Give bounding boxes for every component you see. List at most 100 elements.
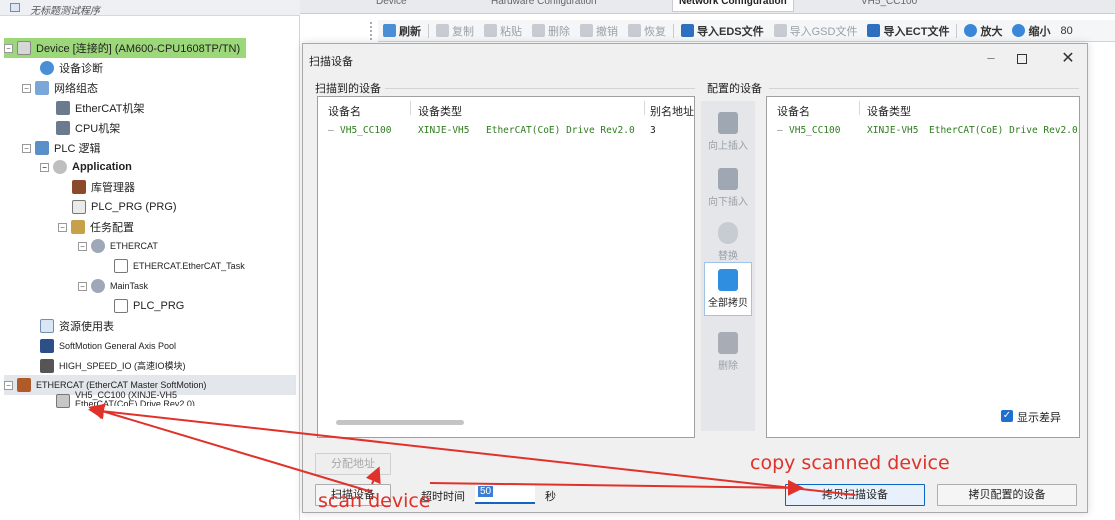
row-device-name: VH5_CC100 [789, 125, 841, 136]
paste-icon [484, 24, 497, 37]
insert-below-icon [718, 168, 738, 190]
tree-node-ethercat-task-call[interactable]: ETHERCAT.EtherCAT_Task [114, 256, 245, 276]
import-ect-button[interactable]: 导入ECT文件 [862, 21, 954, 41]
tree-node-high-speed-io[interactable]: HIGH_SPEED_IO (高速IO模块) [40, 356, 186, 376]
tree-node-resource-table[interactable]: 资源使用表 [40, 316, 114, 336]
collapse-icon[interactable]: − [78, 281, 87, 291]
row-device-type: EtherCAT(CoE) Drive Rev2.0 [486, 125, 635, 136]
undo-icon [580, 24, 593, 37]
import-icon [773, 24, 787, 37]
horizontal-scrollbar[interactable] [336, 420, 464, 425]
collapse-icon[interactable]: − [22, 83, 31, 93]
toolbar-grip[interactable] [370, 22, 376, 40]
tree-node-plc-logic[interactable]: − PLC 逻辑 [22, 138, 100, 158]
column-divider[interactable] [859, 101, 860, 115]
tree-node-cpu-rack[interactable]: CPU机架 [56, 118, 120, 138]
tree-node-softmotion-pool[interactable]: SoftMotion General Axis Pool [40, 336, 176, 356]
refresh-icon [383, 24, 396, 37]
import-icon [867, 24, 881, 37]
configured-devices-list[interactable]: 设备名 设备类型 — VH5_CC100 XINJE-VH5 EtherCAT(… [766, 96, 1080, 438]
delete-icon [718, 332, 738, 354]
show-diff-checkbox[interactable]: ✓ [1001, 410, 1013, 422]
copy-configured-devices-button[interactable]: 拷贝配置的设备 [937, 484, 1077, 506]
table-icon [40, 319, 54, 333]
tree-node-network[interactable]: − 网络组态 [22, 78, 98, 98]
redo-icon [628, 24, 641, 37]
zoom-in-icon [964, 24, 978, 37]
collapse-icon[interactable]: − [40, 162, 49, 172]
collapse-icon[interactable]: − [78, 241, 87, 251]
copy-all-button[interactable]: 全部拷贝 [704, 262, 752, 316]
column-header-name[interactable]: 设备名 [777, 103, 810, 119]
group-divider [385, 88, 695, 89]
column-header-type[interactable]: 设备类型 [867, 103, 911, 119]
show-diff-label: 显示差异 [1017, 412, 1061, 424]
tree-node-maintask[interactable]: − MainTask [78, 276, 148, 296]
zoom-out-button[interactable]: 缩小 [1007, 21, 1055, 41]
collapse-icon[interactable]: − [22, 143, 31, 153]
slave-device-icon [56, 394, 70, 408]
tab-hardware-configuration[interactable]: Hardware Configuration [485, 0, 603, 12]
tree-node-ethercat-task[interactable]: − ETHERCAT [78, 236, 158, 256]
insert-below-button[interactable]: 向下插入 [704, 162, 752, 216]
timeout-input[interactable]: 50 [475, 484, 535, 504]
row-device-type: EtherCAT(CoE) Drive Rev2.0 [929, 125, 1078, 136]
tree-node-ethercat-rack[interactable]: EtherCAT机架 [56, 98, 144, 118]
tree-node-task-config[interactable]: − 任务配置 [58, 217, 134, 237]
configured-devices-label: 配置的设备 [707, 83, 762, 95]
delete-device-button[interactable]: 删除 [704, 326, 752, 380]
tree-header: 无标题测试程序 [0, 0, 300, 17]
paste-button[interactable]: 粘贴 [479, 21, 527, 41]
row-alias-address: 3 [650, 125, 656, 136]
column-header-alias[interactable]: 别名地址 [650, 103, 694, 119]
delete-button[interactable]: 删除 [527, 21, 575, 41]
tree-node-device[interactable]: − Device [连接的] (AM600-CPU1608TP/TN) [4, 38, 247, 58]
tab-vh5-cc100[interactable]: VH5_CC100 [855, 0, 923, 12]
tree-node-vh5-cc100[interactable]: VH5_CC100 (XINJE-VH5 EtherCAT(CoE) Drive… [56, 391, 195, 413]
minimize-button[interactable]: – [983, 50, 999, 66]
zoom-in-button[interactable]: 放大 [959, 21, 1007, 41]
insert-above-button[interactable]: 向上插入 [704, 106, 752, 160]
undo-button[interactable]: 撤销 [575, 21, 623, 41]
import-gsd-button[interactable]: 导入GSD文件 [769, 21, 863, 41]
column-divider[interactable] [644, 101, 645, 115]
io-module-icon [40, 359, 54, 373]
column-header-name[interactable]: 设备名 [328, 103, 361, 119]
scanned-devices-list[interactable]: 设备名 设备类型 别名地址 — VH5_CC100 XINJE-VH5 Ethe… [317, 96, 695, 438]
import-icon [681, 24, 694, 37]
collapse-icon[interactable]: − [58, 222, 67, 232]
dialog-title: 扫描设备 [309, 56, 353, 68]
import-eds-button[interactable]: 导入EDS文件 [676, 21, 769, 41]
tree-node-library-manager[interactable]: 库管理器 [72, 177, 135, 197]
tree-node-plc-prg-call[interactable]: PLC_PRG [114, 296, 184, 316]
maximize-button[interactable] [1017, 54, 1027, 64]
copy-scanned-devices-button[interactable]: 拷贝扫描设备 [785, 484, 925, 506]
gear-icon [53, 160, 67, 174]
separator [956, 23, 958, 38]
tab-device[interactable]: Device [370, 0, 413, 12]
collapse-icon[interactable]: − [4, 380, 13, 390]
scanned-devices-label: 扫描到的设备 [315, 83, 381, 95]
rack-icon [56, 101, 70, 115]
tree-node-plc-prg[interactable]: PLC_PRG (PRG) [72, 197, 177, 217]
close-button[interactable]: ✕ [1059, 48, 1077, 67]
annotation-scan-device: scan device [318, 490, 431, 512]
annotation-copy-scanned: copy scanned device [750, 452, 950, 474]
refresh-button[interactable]: 刷新 [378, 21, 426, 41]
copy-button[interactable]: 复制 [431, 21, 479, 41]
column-header-type[interactable]: 设备类型 [418, 103, 462, 119]
tree-node-diagnostics[interactable]: 设备诊断 [40, 58, 103, 78]
assign-address-button[interactable]: 分配地址 [315, 453, 391, 475]
redo-button[interactable]: 恢复 [623, 21, 671, 41]
tab-network-configuration[interactable]: Network Configuration [672, 0, 794, 12]
insert-above-icon [718, 112, 738, 134]
main-toolbar: 刷新 复制 粘贴 删除 撤销 恢复 导入EDS文件 导入GSD文件 导入ECT文… [378, 20, 1115, 42]
row-device-vendor: XINJE-VH5 [418, 125, 470, 136]
column-divider[interactable] [410, 101, 411, 115]
collapse-icon[interactable]: − [4, 43, 13, 53]
scan-device-dialog: 扫描设备 – ✕ 扫描到的设备 设备名 设备类型 别名地址 — VH5_CC10… [302, 43, 1088, 513]
row-device-name: VH5_CC100 [340, 125, 392, 136]
master-icon [17, 378, 31, 392]
tree-node-application[interactable]: − Application [40, 157, 132, 177]
tree-line: — [328, 125, 334, 136]
